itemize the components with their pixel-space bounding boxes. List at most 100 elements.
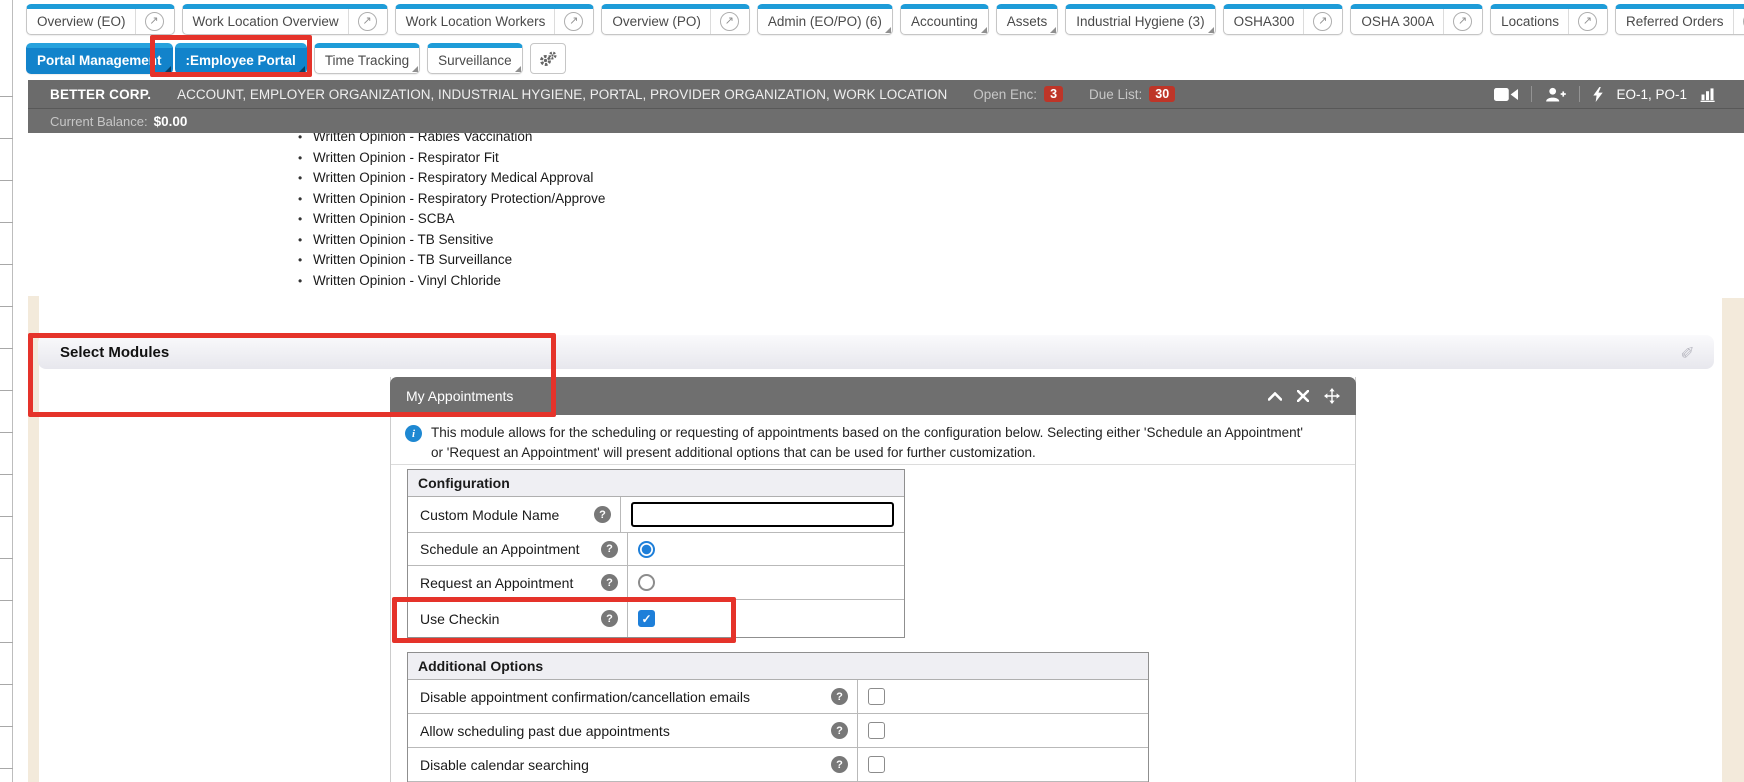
tab-label: Overview (EO) xyxy=(37,14,126,29)
tab-divider xyxy=(554,9,555,34)
row-label: Request an Appointment xyxy=(420,575,573,591)
panel-title: My Appointments xyxy=(406,388,513,404)
open-encounters: Open Enc: 3 xyxy=(973,86,1063,102)
context-selector[interactable]: EO-1, PO-1 xyxy=(1616,87,1687,102)
tab-industrial-hygiene[interactable]: Industrial Hygiene (3) xyxy=(1065,4,1215,35)
video-camera-icon[interactable] xyxy=(1494,87,1518,102)
disable-confirmation-emails-checkbox[interactable] xyxy=(868,688,885,705)
external-link-icon[interactable]: ↗ xyxy=(1578,12,1597,31)
row-label-cell: Disable appointment confirmation/cancell… xyxy=(408,680,858,713)
tab-time-tracking[interactable]: Time Tracking xyxy=(314,43,420,74)
row-control-cell: ✓ xyxy=(628,600,904,637)
use-checkin-checkbox[interactable]: ✓ xyxy=(638,610,655,627)
tab-osha300[interactable]: OSHA300↗ xyxy=(1223,4,1344,35)
open-enc-count-badge[interactable]: 3 xyxy=(1044,86,1063,102)
help-icon[interactable]: ? xyxy=(831,688,848,705)
section-title: Select Modules xyxy=(60,344,169,361)
schedule-appointment-radio[interactable] xyxy=(638,541,655,558)
dropdown-corner-icon xyxy=(885,27,891,33)
allow-past-due-checkbox[interactable] xyxy=(868,722,885,739)
left-edge-ruler xyxy=(0,0,13,782)
tab-locations[interactable]: Locations↗ xyxy=(1490,4,1608,35)
tab-overview-po[interactable]: Overview (PO) ↗ xyxy=(601,4,750,35)
tab-label: Overview (PO) xyxy=(612,14,701,29)
help-icon[interactable]: ? xyxy=(601,574,618,591)
additional-options-table: Additional Options Disable appointment c… xyxy=(407,652,1149,782)
category-list: ACCOUNT, EMPLOYER ORGANIZATION, INDUSTRI… xyxy=(177,87,947,102)
select-modules-section-header: Select Modules ✎ xyxy=(38,335,1714,369)
external-link-icon[interactable]: ↗ xyxy=(145,12,164,31)
edit-pencil-icon[interactable]: ✎ xyxy=(1679,345,1699,359)
tab-divider xyxy=(710,9,711,34)
close-icon[interactable] xyxy=(1297,390,1309,402)
tab-work-location-workers[interactable]: Work Location Workers↗ xyxy=(395,4,595,35)
lightning-icon[interactable] xyxy=(1593,87,1603,102)
tab-assets[interactable]: Assets xyxy=(996,4,1059,35)
tab-divider xyxy=(1733,9,1734,34)
tab-label: Referred Orders xyxy=(1626,14,1724,29)
list-item-text: Written Opinion - TB Sensitive xyxy=(313,230,493,251)
my-appointments-panel: My Appointments i This module allows for… xyxy=(390,377,1356,782)
table-row-disable-confirmation-emails: Disable appointment confirmation/cancell… xyxy=(408,680,1148,714)
tab-surveillance[interactable]: Surveillance xyxy=(427,43,523,74)
tab-osha-300a[interactable]: OSHA 300A↗ xyxy=(1350,4,1483,35)
context-bar-actions: EO-1, PO-1 xyxy=(1494,86,1722,102)
tab-label: Admin (EO/PO) (6) xyxy=(768,14,882,29)
table-header: Additional Options xyxy=(408,653,1148,680)
custom-module-name-input[interactable] xyxy=(631,502,894,527)
external-link-icon[interactable]: ↗ xyxy=(1313,12,1332,31)
dropdown-corner-icon xyxy=(1050,27,1056,33)
help-icon[interactable]: ? xyxy=(831,722,848,739)
list-item-text: Written Opinion - Respiratory Protection… xyxy=(313,189,605,210)
panel-header[interactable]: My Appointments xyxy=(390,377,1356,415)
request-appointment-radio[interactable] xyxy=(638,574,655,591)
tab-label: Time Tracking xyxy=(325,53,409,68)
tab-divider xyxy=(135,9,136,34)
dropdown-corner-icon xyxy=(299,66,305,72)
bullet: • xyxy=(298,209,313,230)
tab-bar-secondary: Portal Management :Employee Portal Time … xyxy=(26,43,566,74)
configuration-table: Configuration Custom Module Name ? Sched… xyxy=(407,469,905,638)
due-list-count-badge[interactable]: 30 xyxy=(1149,86,1175,102)
help-icon[interactable]: ? xyxy=(831,756,848,773)
tab-bar-primary: Overview (EO) ↗ Work Location Overview↗ W… xyxy=(26,4,1744,35)
bar-chart-icon[interactable] xyxy=(1700,87,1718,102)
tab-overview-eo[interactable]: Overview (EO) ↗ xyxy=(26,4,175,35)
table-row-disable-calendar-searching: Disable calendar searching ? xyxy=(408,748,1148,782)
tab-label: Portal Management xyxy=(37,53,162,68)
settings-gear-button[interactable] xyxy=(530,43,566,74)
tab-employee-portal[interactable]: :Employee Portal xyxy=(175,43,307,74)
add-person-icon[interactable] xyxy=(1545,87,1566,102)
tab-label: Industrial Hygiene (3) xyxy=(1076,14,1204,29)
row-control-cell xyxy=(621,497,904,532)
help-icon[interactable]: ? xyxy=(601,541,618,558)
external-link-icon[interactable]: ↗ xyxy=(358,12,377,31)
tab-referred-orders[interactable]: Referred Orders↗ xyxy=(1615,4,1744,35)
help-icon[interactable]: ? xyxy=(601,610,618,627)
help-icon[interactable]: ? xyxy=(594,506,611,523)
table-row-schedule-appointment: Schedule an Appointment ? xyxy=(408,533,904,566)
tab-work-location-overview[interactable]: Work Location Overview↗ xyxy=(182,4,388,35)
row-label-cell: Use Checkin ? xyxy=(408,600,628,637)
tab-accounting[interactable]: Accounting xyxy=(900,4,989,35)
external-link-icon[interactable]: ↗ xyxy=(720,12,739,31)
divider xyxy=(1579,86,1580,102)
tab-portal-management[interactable]: Portal Management xyxy=(26,43,173,74)
disable-calendar-searching-checkbox[interactable] xyxy=(868,756,885,773)
check-glyph: ✓ xyxy=(641,613,651,625)
external-link-icon[interactable]: ↗ xyxy=(564,12,583,31)
tab-label: Surveillance xyxy=(438,53,512,68)
list-item-text: Written Opinion - TB Surveillance xyxy=(313,250,512,271)
table-header: Configuration xyxy=(408,470,904,497)
tab-label: :Employee Portal xyxy=(186,53,296,68)
tab-admin-eo-po[interactable]: Admin (EO/PO) (6) xyxy=(757,4,893,35)
dropdown-corner-icon xyxy=(1208,27,1214,33)
tab-label: Assets xyxy=(1007,14,1048,29)
collapse-chevron-icon[interactable] xyxy=(1268,392,1282,401)
move-icon[interactable] xyxy=(1324,388,1340,404)
row-control-cell xyxy=(628,566,904,599)
context-bar: BETTER CORP. ACCOUNT, EMPLOYER ORGANIZAT… xyxy=(28,80,1744,108)
gear-icon xyxy=(539,51,557,67)
row-label: Allow scheduling past due appointments xyxy=(420,723,670,739)
external-link-icon[interactable]: ↗ xyxy=(1453,12,1472,31)
